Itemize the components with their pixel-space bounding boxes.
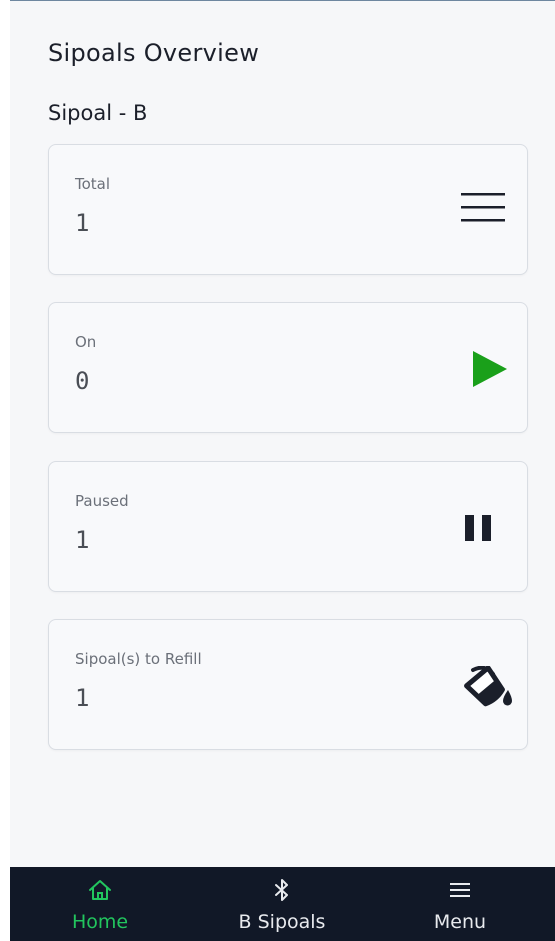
nav-home[interactable]: Home xyxy=(10,867,190,941)
nav-home-label: Home xyxy=(71,911,129,933)
page-title: Sipoals Overview xyxy=(48,39,260,67)
app-screen: Sipoals Overview Sipoal - B Total 1 On 0… xyxy=(10,0,555,941)
on-label: On xyxy=(75,333,97,351)
section-title: Sipoal - B xyxy=(48,101,148,125)
play-icon xyxy=(473,351,507,391)
refill-card[interactable]: Sipoal(s) to Refill 1 xyxy=(48,619,528,750)
pause-icon xyxy=(465,515,491,545)
paused-card[interactable]: Paused 1 xyxy=(48,461,528,592)
list-icon xyxy=(461,189,505,229)
total-value: 1 xyxy=(75,209,90,237)
paused-label: Paused xyxy=(75,492,129,510)
refill-label: Sipoal(s) to Refill xyxy=(75,650,202,668)
total-label: Total xyxy=(75,175,111,193)
menu-icon xyxy=(450,877,470,903)
paint-bucket-icon xyxy=(463,665,515,712)
nav-menu-label: Menu xyxy=(433,911,487,933)
refill-value: 1 xyxy=(75,684,90,712)
home-icon xyxy=(88,877,112,903)
paused-value: 1 xyxy=(75,526,90,554)
total-card[interactable]: Total 1 xyxy=(48,144,528,275)
on-card[interactable]: On 0 xyxy=(48,302,528,433)
nav-b-sipoals[interactable]: B Sipoals xyxy=(192,867,372,941)
nav-menu[interactable]: Menu xyxy=(370,867,550,941)
bluetooth-icon xyxy=(275,877,289,903)
on-value: 0 xyxy=(75,367,90,395)
nav-b-sipoals-label: B Sipoals xyxy=(238,911,326,933)
bottom-nav: Home B Sipoals Menu xyxy=(10,867,555,941)
